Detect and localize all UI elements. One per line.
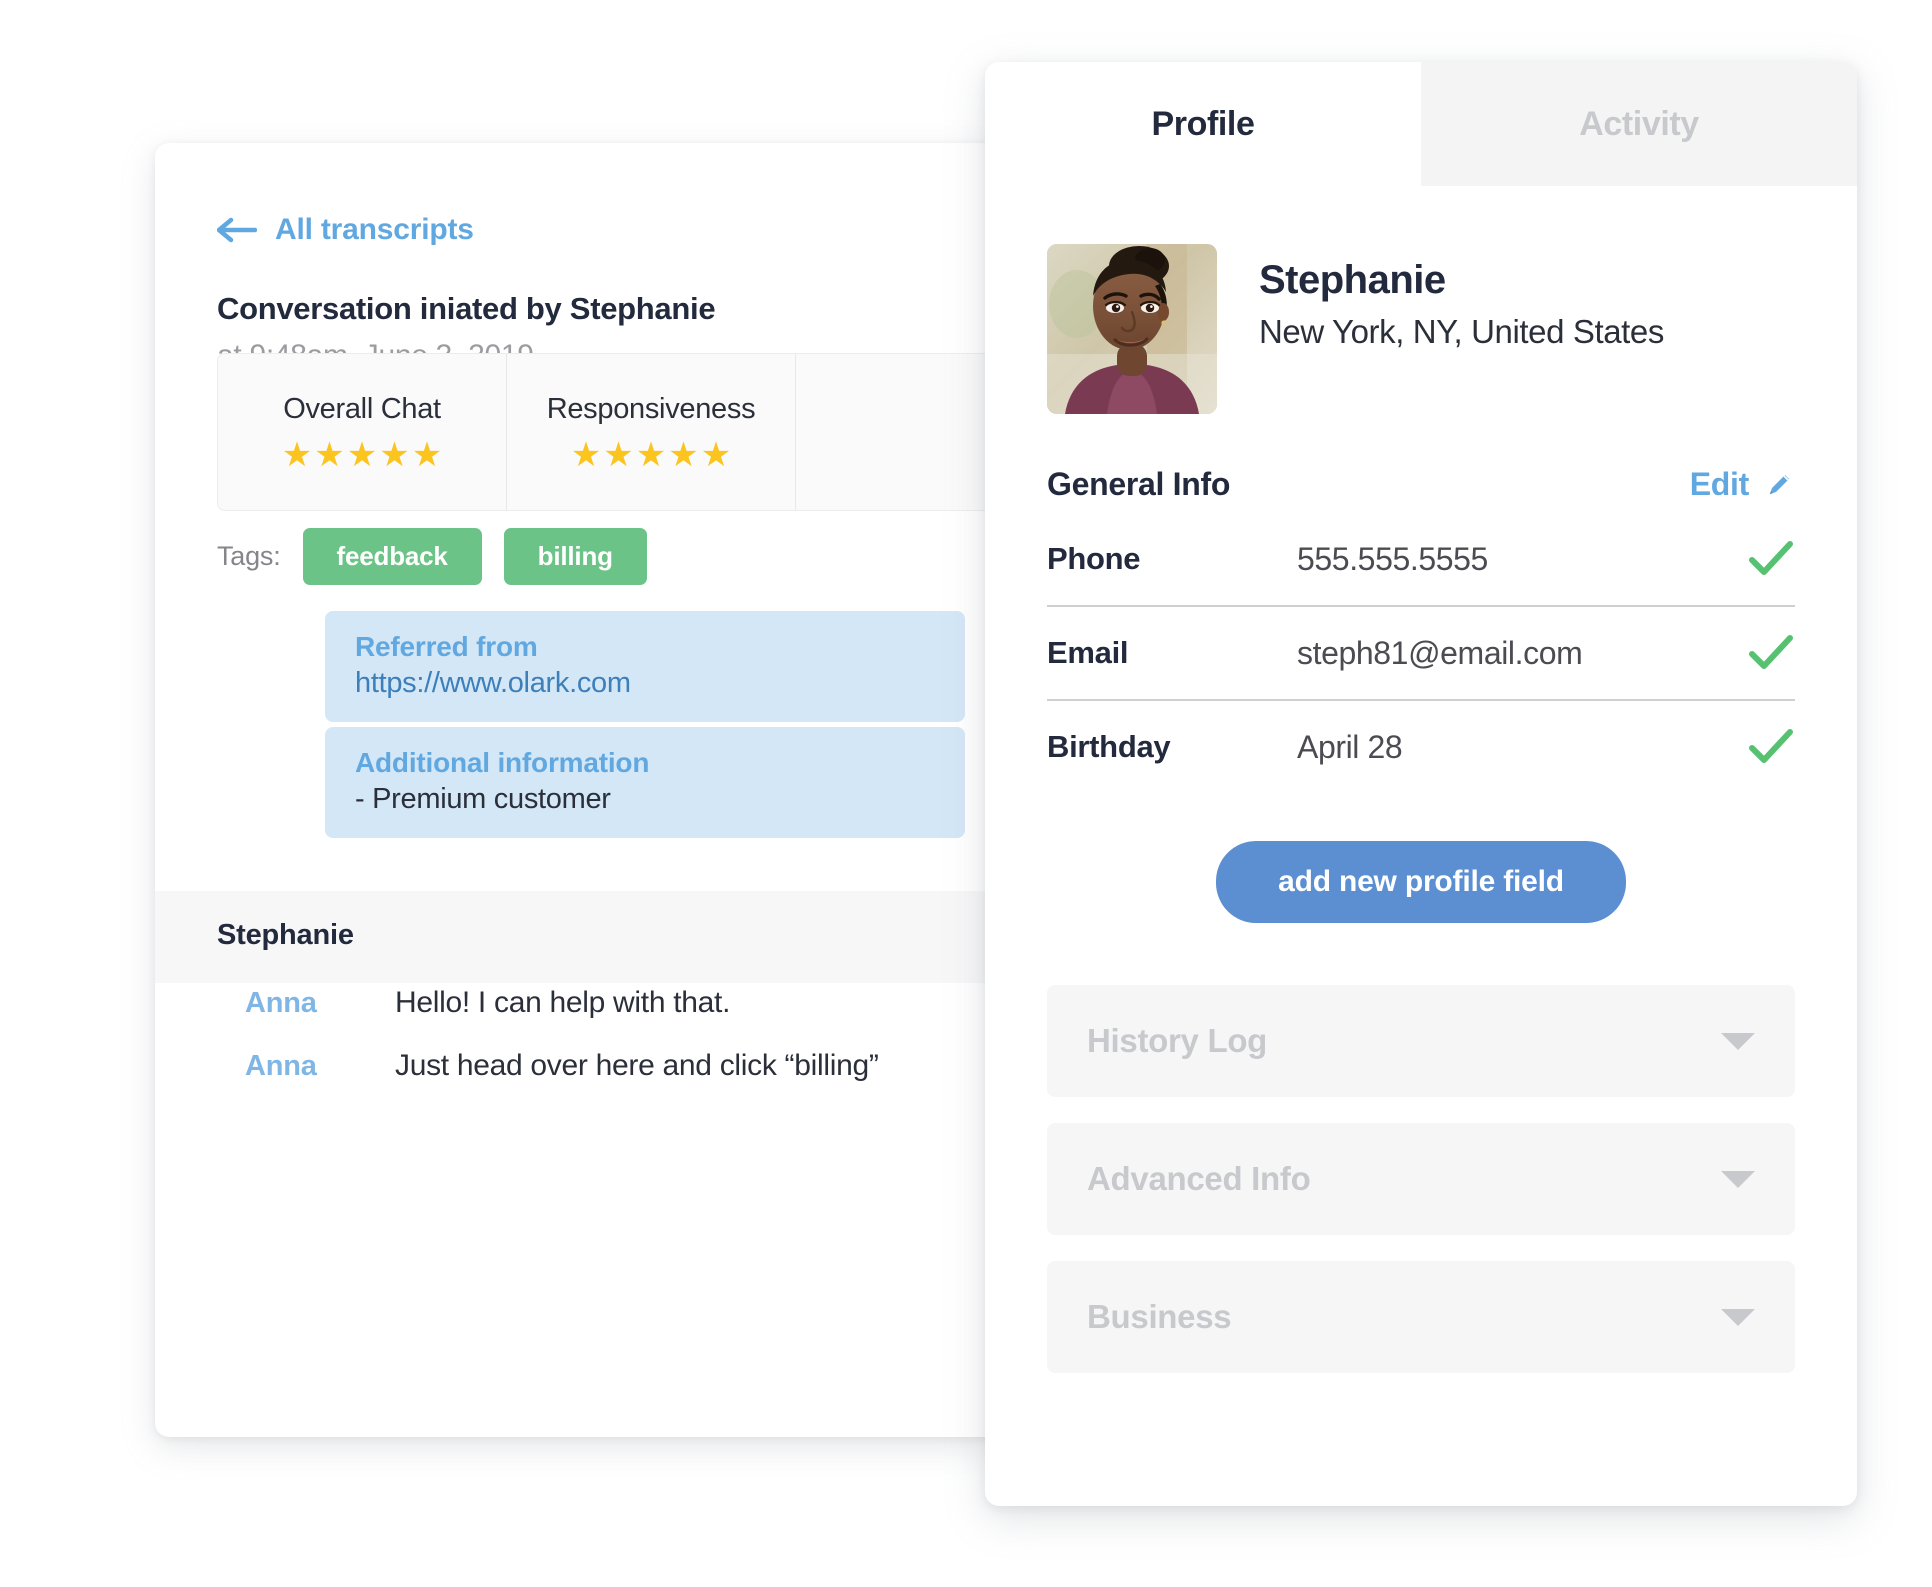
referral-card-url[interactable]: https://www.olark.com xyxy=(355,667,935,700)
check-icon xyxy=(1739,539,1795,579)
edit-profile-button[interactable]: Edit xyxy=(1690,466,1795,503)
star-icon: ★ xyxy=(411,435,443,474)
profile-header: Stephanie New York, NY, United States xyxy=(1047,244,1795,414)
additional-card-title: Additional information xyxy=(355,747,650,778)
tab-activity[interactable]: Activity xyxy=(1421,62,1857,186)
profile-name: Stephanie xyxy=(1259,258,1446,302)
field-label: Phone xyxy=(1047,541,1141,576)
chevron-down-icon xyxy=(1721,1170,1755,1188)
accordion-item-history-log[interactable]: History Log xyxy=(1047,985,1795,1097)
star-icon: ★ xyxy=(603,435,634,474)
field-label: Email xyxy=(1047,635,1129,670)
rating-cell xyxy=(796,354,1017,510)
star-icon: ★ xyxy=(314,435,345,474)
message-author: Anna xyxy=(245,987,317,1019)
edit-label: Edit xyxy=(1689,466,1750,502)
referral-info-card: Referred from https://www.olark.com xyxy=(325,611,965,722)
tags-row: Tags: feedback billing xyxy=(217,528,647,585)
tag-chip[interactable]: billing xyxy=(503,528,647,585)
back-link-label: All transcripts xyxy=(275,213,474,246)
accordion-item-business[interactable]: Business xyxy=(1047,1261,1795,1373)
field-value: 555.555.5555 xyxy=(1297,540,1488,577)
accordion-item-advanced-info[interactable]: Advanced Info xyxy=(1047,1123,1795,1235)
arrow-left-icon xyxy=(217,217,257,243)
referral-card-title: Referred from xyxy=(355,631,538,662)
check-icon xyxy=(1739,727,1795,767)
avatar-image xyxy=(1047,244,1217,414)
add-new-profile-field-button[interactable]: add new profile field xyxy=(1216,841,1626,923)
field-value: April 28 xyxy=(1297,728,1403,765)
check-icon xyxy=(1739,633,1795,673)
star-icon: ★ xyxy=(346,435,378,474)
rating-label: Overall Chat xyxy=(283,392,441,425)
rating-cell: Overall Chat ★ ★ ★ ★ ★ xyxy=(218,354,507,510)
accordion-label: Advanced Info xyxy=(1087,1160,1311,1197)
profile-field-row: Phone 555.555.5555 xyxy=(1047,513,1795,607)
star-icon: ★ xyxy=(379,435,410,474)
general-info-fields: Phone 555.555.5555 Email steph81@email.c… xyxy=(1047,513,1795,793)
profile-identity: Stephanie New York, NY, United States xyxy=(1259,244,1664,351)
star-icon: ★ xyxy=(700,435,732,474)
back-to-all-transcripts-link[interactable]: All transcripts xyxy=(217,213,474,247)
tab-profile[interactable]: Profile xyxy=(985,62,1421,186)
chevron-down-icon xyxy=(1721,1032,1755,1050)
profile-field-row: Birthday April 28 xyxy=(1047,701,1795,793)
rating-label: Responsiveness xyxy=(546,392,756,425)
general-info-header: General Info Edit xyxy=(1047,466,1795,503)
accordion-label: Business xyxy=(1087,1298,1232,1335)
profile-panel: Profile Activity Stephanie New York, NY,… xyxy=(985,62,1857,1506)
profile-accordion: History Log Advanced Info Business xyxy=(1047,985,1795,1373)
chat-message-row: Anna Just head over here and click “bill… xyxy=(245,1049,879,1083)
tag-chip[interactable]: feedback xyxy=(302,528,482,585)
additional-info-card: Additional information - Premium custome… xyxy=(325,727,965,838)
accordion-label: History Log xyxy=(1087,1022,1268,1059)
profile-field-row: Email steph81@email.com xyxy=(1047,607,1795,701)
rating-cell: Responsiveness ★ ★ ★ ★ ★ xyxy=(507,354,796,510)
profile-body: Stephanie New York, NY, United States Ge… xyxy=(985,244,1857,1373)
star-icon: ★ xyxy=(570,435,602,474)
profile-tab-bar: Profile Activity xyxy=(985,62,1857,186)
transcript-card: All transcripts Conversation iniated by … xyxy=(155,143,1017,1437)
message-text: Hello! I can help with that. xyxy=(395,986,731,1019)
star-icon: ★ xyxy=(668,435,699,474)
general-info-title: General Info xyxy=(1047,466,1231,502)
chevron-down-icon xyxy=(1721,1308,1755,1326)
star-icon: ★ xyxy=(635,435,667,474)
message-author: Anna xyxy=(245,1050,317,1082)
speaker-name: Stephanie xyxy=(217,919,354,951)
ratings-row: Overall Chat ★ ★ ★ ★ ★ Responsiveness ★ … xyxy=(217,353,1017,511)
chat-message-row: Anna Hello! I can help with that. xyxy=(245,986,730,1020)
profile-location: New York, NY, United States xyxy=(1259,313,1664,350)
avatar xyxy=(1047,244,1217,414)
field-label: Birthday xyxy=(1047,729,1171,764)
message-text: Just head over here and click “billing” xyxy=(395,1049,879,1082)
speaker-band: Stephanie xyxy=(155,891,1017,983)
conversation-title: Conversation iniated by Stephanie xyxy=(217,291,716,326)
star-rating: ★ ★ ★ ★ ★ xyxy=(282,438,442,472)
pencil-icon xyxy=(1770,474,1789,494)
star-icon: ★ xyxy=(281,435,313,474)
additional-card-body: - Premium customer xyxy=(355,783,611,815)
tags-label: Tags: xyxy=(217,541,281,571)
field-value: steph81@email.com xyxy=(1297,634,1583,671)
star-rating: ★ ★ ★ ★ ★ xyxy=(571,438,731,472)
add-field-row: add new profile field xyxy=(1047,841,1795,923)
